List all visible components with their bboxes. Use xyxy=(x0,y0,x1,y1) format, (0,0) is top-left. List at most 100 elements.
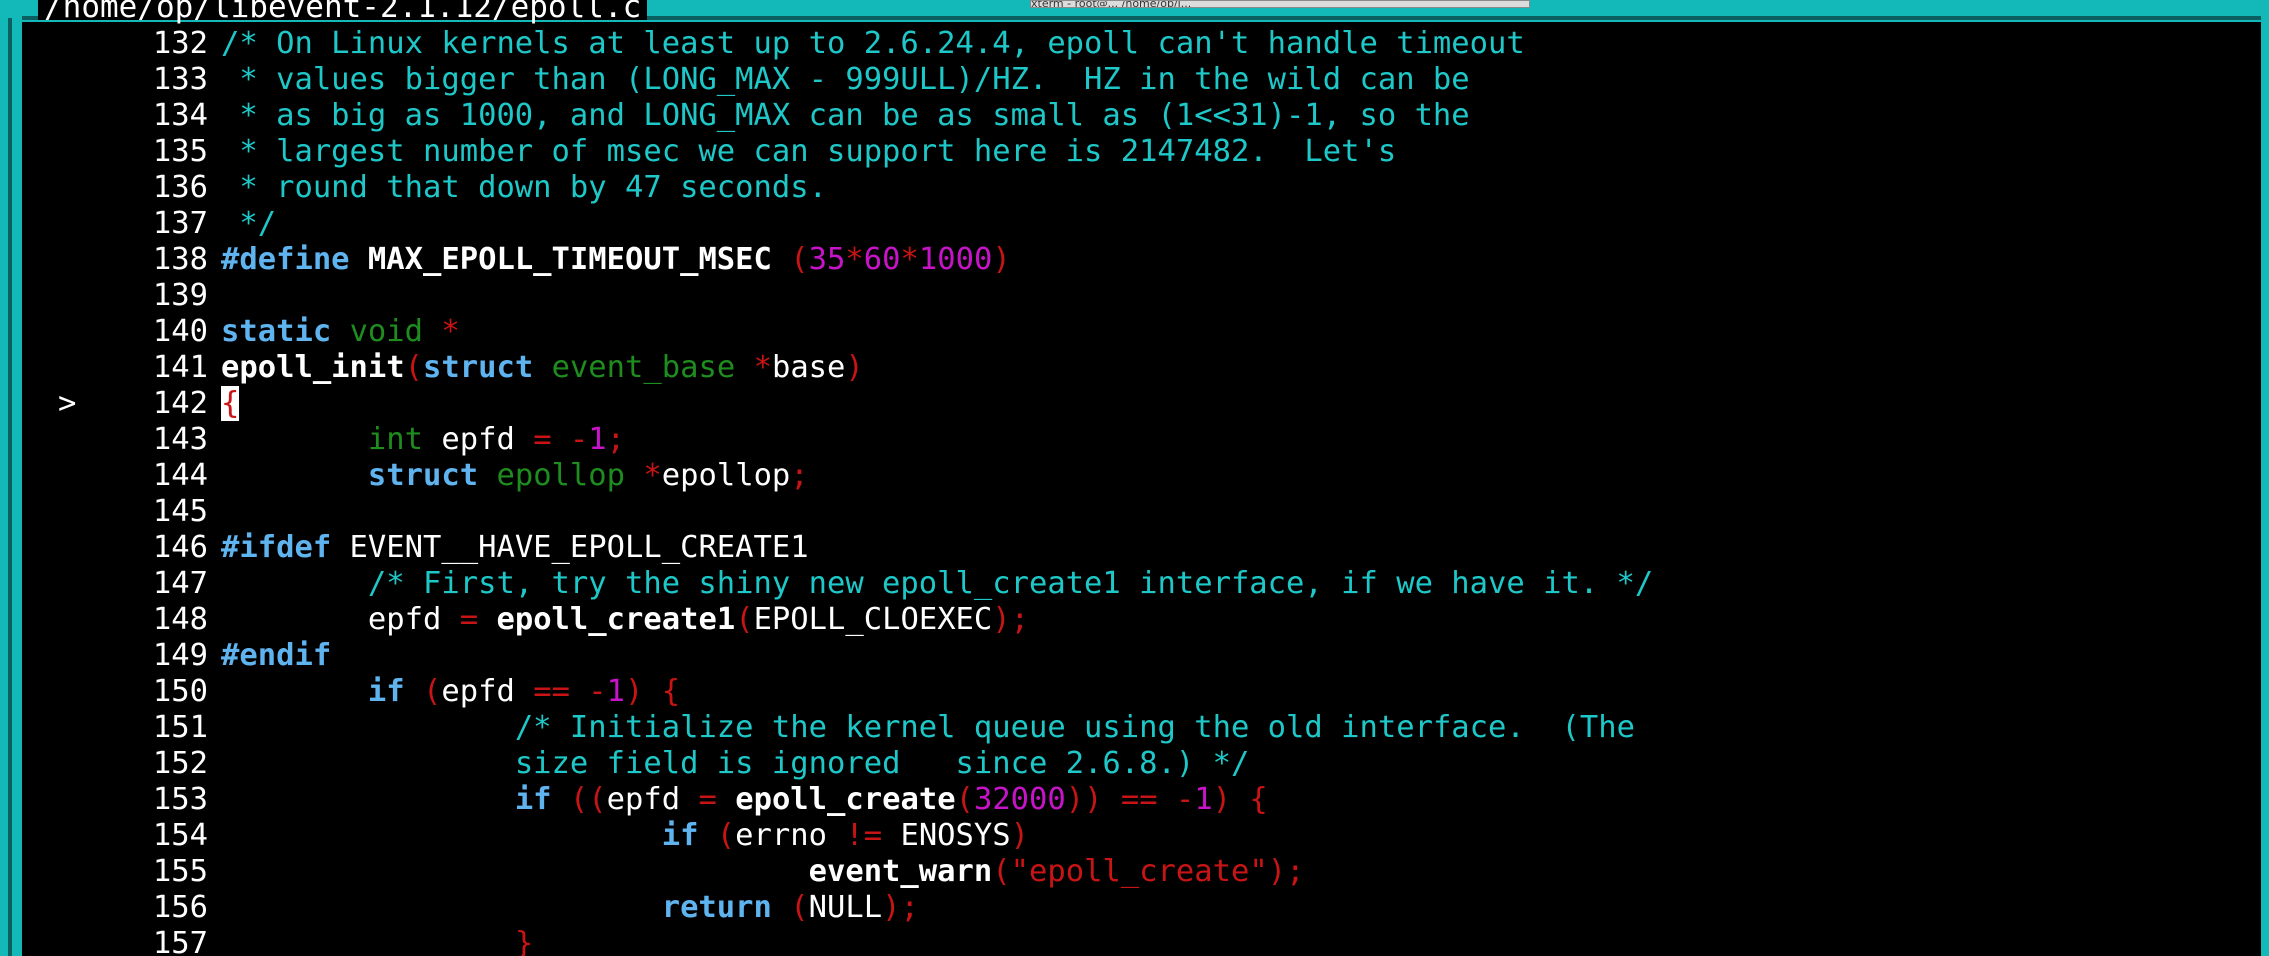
code-line[interactable]: 137 */ xyxy=(24,206,2254,242)
code-text: int epfd = -1; xyxy=(221,422,625,458)
code-token: ) { xyxy=(1212,782,1268,817)
code-token: 1 xyxy=(1194,782,1213,817)
line-number: 151 xyxy=(152,710,208,745)
line-number: 137 xyxy=(152,206,208,241)
code-line[interactable]: 138 #define MAX_EPOLL_TIMEOUT_MSEC (35*60… xyxy=(24,242,2254,278)
code-text: * as big as 1000, and LONG_MAX can be as… xyxy=(221,98,1469,134)
code-token: * values bigger than (LONG_MAX - 999ULL)… xyxy=(221,62,1470,97)
line-number: 135 xyxy=(152,134,208,169)
code-text: epoll_init(struct event_base *base) xyxy=(221,350,864,386)
code-token: epoll_create xyxy=(735,782,956,817)
code-line[interactable]: 139 xyxy=(24,278,2254,314)
code-token: ) xyxy=(992,242,1011,277)
code-line[interactable]: 155 event_warn("epoll_create"); xyxy=(24,854,2254,890)
code-token: epoll_create1 xyxy=(496,602,736,637)
code-line[interactable]: 146 #ifdef EVENT__HAVE_EPOLL_CREATE1 xyxy=(24,530,2254,566)
line-number: 138 xyxy=(152,242,208,277)
code-token: ENOSYS xyxy=(882,818,1011,853)
line-number: 152 xyxy=(152,746,208,781)
code-token: * xyxy=(900,242,919,277)
code-line[interactable]: 140 static void * xyxy=(24,314,2254,350)
code-token: ); xyxy=(992,602,1030,637)
line-number: 147 xyxy=(152,566,208,601)
code-token: /* First, try the shiny new epoll_create… xyxy=(367,566,1654,601)
line-number: 132 xyxy=(152,26,208,61)
code-line[interactable]: 143 int epfd = -1; xyxy=(24,422,2254,458)
code-text: * values bigger than (LONG_MAX - 999ULL)… xyxy=(221,62,1470,98)
code-line[interactable]: 134 * as big as 1000, and LONG_MAX can b… xyxy=(24,98,2254,134)
code-line[interactable]: 135 * largest number of msec we can supp… xyxy=(24,134,2254,170)
code-token: /* On Linux kernels at least up to 2.6.2… xyxy=(221,26,1525,61)
code-token: epfd xyxy=(221,602,460,637)
code-token: (( xyxy=(551,782,607,817)
code-token: ) xyxy=(845,350,864,385)
code-line[interactable]: 150 if (epfd == -1) { xyxy=(24,674,2254,710)
code-token: /* Initialize the kernel queue using the… xyxy=(514,710,1635,745)
code-line[interactable]: 152 size field is ignored since 2.6.8.) … xyxy=(24,746,2254,782)
code-token: int xyxy=(367,422,423,457)
code-token: MAX_EPOLL_TIMEOUT_MSEC xyxy=(367,242,772,277)
code-text: { xyxy=(221,386,240,422)
line-number: 155 xyxy=(152,854,208,889)
code-text: */ xyxy=(221,206,276,242)
code-text: size field is ignored since 2.6.8.) */ xyxy=(221,746,1250,782)
line-number: 133 xyxy=(152,62,208,97)
code-line[interactable]: 147 /* First, try the shiny new epoll_cr… xyxy=(24,566,2254,602)
code-text: return (NULL); xyxy=(221,890,919,926)
code-text: if ((epfd = epoll_create(32000)) == -1) … xyxy=(221,782,1268,818)
code-token: = - xyxy=(533,422,589,457)
code-line[interactable]: 157 } xyxy=(24,926,2254,956)
line-number: 145 xyxy=(152,494,208,529)
code-text: #ifdef EVENT__HAVE_EPOLL_CREATE1 xyxy=(221,530,809,566)
code-token: size field is ignored since 2.6.8.) */ xyxy=(514,746,1250,781)
code-token: 35 xyxy=(808,242,846,277)
code-token: if xyxy=(367,674,405,709)
window-title-bar[interactable]: xterm - root@... /home/op/l... xyxy=(1030,0,1530,8)
code-token: #endif xyxy=(221,638,332,673)
code-line[interactable]: 149 #endif xyxy=(24,638,2254,674)
code-token: if xyxy=(661,818,699,853)
code-line[interactable]: 148 epfd = epoll_create1(EPOLL_CLOEXEC); xyxy=(24,602,2254,638)
code-token: ( xyxy=(955,782,974,817)
source-file-path: /home/op/libevent-2.1.12/epoll.c xyxy=(38,0,648,23)
code-token: #define xyxy=(221,242,350,277)
line-number: 136 xyxy=(152,170,208,205)
code-token: struct xyxy=(367,458,479,493)
window-border-right xyxy=(2261,0,2269,956)
code-token: EVENT__HAVE_EPOLL_CREATE1 xyxy=(331,530,809,565)
code-line[interactable]: 144 struct epollop *epollop; xyxy=(24,458,2254,494)
code-token: ( xyxy=(735,602,754,637)
code-line[interactable]: 151 /* Initialize the kernel queue using… xyxy=(24,710,2254,746)
code-line[interactable]: 156 return (NULL); xyxy=(24,890,2254,926)
code-line[interactable]: 132 /* On Linux kernels at least up to 2.… xyxy=(24,26,2254,62)
line-number: 139 xyxy=(152,278,208,313)
line-number: 154 xyxy=(152,818,208,853)
code-text: #define MAX_EPOLL_TIMEOUT_MSEC (35*60*10… xyxy=(221,242,1011,278)
code-line[interactable]: 145 xyxy=(24,494,2254,530)
code-line[interactable]: 141 epoll_init(struct event_base *base) xyxy=(24,350,2254,386)
code-token: epollop xyxy=(496,458,626,493)
code-text: static void * xyxy=(221,314,460,350)
code-line[interactable]: >142 { xyxy=(24,386,2254,422)
window-title-text: xterm - root@... /home/op/l... xyxy=(1031,0,1192,8)
line-number: 149 xyxy=(152,638,208,673)
line-number: 142 xyxy=(152,386,208,421)
code-token: 1 xyxy=(588,422,607,457)
code-line[interactable]: 136 * round that down by 47 seconds. xyxy=(24,170,2254,206)
line-number: 153 xyxy=(152,782,208,817)
code-line[interactable]: 133 * values bigger than (LONG_MAX - 999… xyxy=(24,62,2254,98)
code-line[interactable]: 153 if ((epfd = epoll_create(32000)) == … xyxy=(24,782,2254,818)
source-code-view[interactable]: 132 /* On Linux kernels at least up to 2.… xyxy=(24,26,2254,956)
code-text: /* Initialize the kernel queue using the… xyxy=(221,710,1635,746)
code-token: 32000 xyxy=(973,782,1066,817)
code-line[interactable]: 154 if (errno != ENOSYS) xyxy=(24,818,2254,854)
